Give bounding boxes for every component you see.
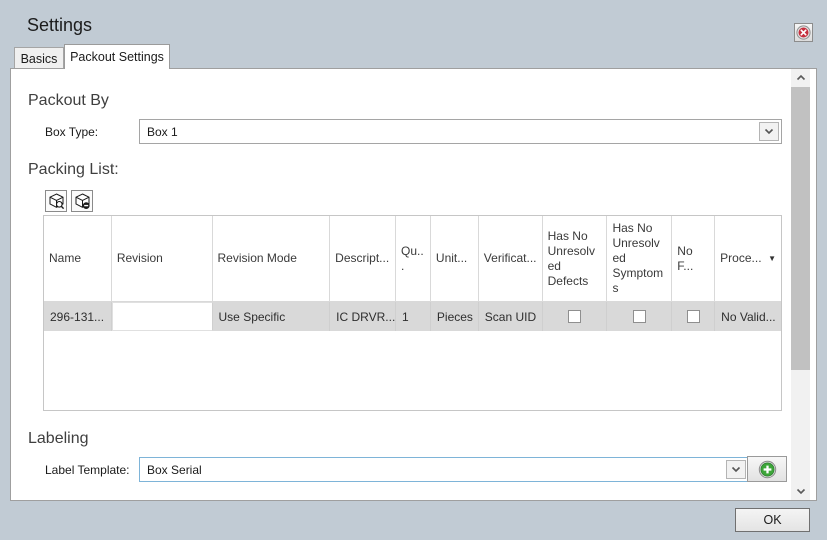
- ok-button[interactable]: OK: [735, 508, 810, 532]
- checkbox-no-fail[interactable]: [687, 310, 700, 323]
- cell-has-no-unresolved-symptoms: [607, 302, 672, 331]
- scrollbar-thumb[interactable]: [791, 87, 810, 370]
- column-header-verification[interactable]: Verificat...: [479, 216, 543, 301]
- close-button[interactable]: [794, 23, 813, 42]
- remove-box-icon: [74, 193, 91, 210]
- table-header-row: Name Revision Revision Mode Descript... …: [44, 216, 781, 302]
- scroll-up-button[interactable]: [791, 69, 810, 86]
- find-box-button[interactable]: [45, 190, 67, 212]
- cell-revision-mode: Use Specific: [213, 302, 331, 331]
- label-template-label: Label Template:: [45, 463, 130, 477]
- label-template-value: Box Serial: [147, 463, 202, 477]
- cell-revision[interactable]: [112, 302, 213, 331]
- cell-has-no-unresolved-defects: [543, 302, 608, 331]
- column-header-quantity[interactable]: Qu...: [396, 216, 431, 301]
- column-header-has-no-unresolved-defects[interactable]: Has No Unresolved Defects: [543, 216, 608, 301]
- column-header-process[interactable]: Proce... ▼: [715, 216, 781, 301]
- column-header-revision-mode[interactable]: Revision Mode: [213, 216, 331, 301]
- cell-description: IC DRVR...: [330, 302, 396, 331]
- packing-list-heading: Packing List:: [28, 161, 119, 179]
- label-template-dropdown-button[interactable]: [726, 460, 746, 479]
- packout-settings-panel: Packout By Box Type: Box 1 Packing List:: [10, 68, 817, 501]
- add-icon: [758, 460, 777, 479]
- checkbox-has-no-unresolved-defects[interactable]: [568, 310, 581, 323]
- scroll-down-button[interactable]: [791, 483, 810, 500]
- cell-units: Pieces: [431, 302, 479, 331]
- cell-no-fail: [672, 302, 715, 331]
- box-type-value: Box 1: [147, 125, 178, 139]
- column-header-process-label: Proce...: [720, 251, 761, 266]
- chevron-down-icon: [764, 128, 774, 135]
- tab-packout-settings[interactable]: Packout Settings: [64, 44, 170, 69]
- column-header-units[interactable]: Unit...: [431, 216, 479, 301]
- tab-basics[interactable]: Basics: [14, 47, 64, 69]
- box-type-label: Box Type:: [45, 125, 98, 139]
- remove-box-button[interactable]: [71, 190, 93, 212]
- cell-process: No Valid...: [715, 302, 781, 331]
- sort-down-icon: ▼: [768, 254, 776, 264]
- column-header-has-no-unresolved-symptoms[interactable]: Has No Unresolved Symptoms: [607, 216, 672, 301]
- packing-list-table: Name Revision Revision Mode Descript... …: [43, 215, 782, 411]
- cell-quantity: 1: [396, 302, 431, 331]
- box-type-dropdown-button[interactable]: [759, 122, 779, 141]
- page-title: Settings: [27, 15, 92, 36]
- column-header-revision[interactable]: Revision: [112, 216, 213, 301]
- packout-by-heading: Packout By: [28, 92, 109, 110]
- chevron-down-icon: [796, 488, 806, 495]
- labeling-heading: Labeling: [28, 430, 89, 448]
- chevron-up-icon: [796, 74, 806, 81]
- column-header-description[interactable]: Descript...: [330, 216, 396, 301]
- column-header-no-fail[interactable]: No F...: [672, 216, 715, 301]
- cell-name: 296-131...: [44, 302, 112, 331]
- packing-list-toolbar: [45, 190, 93, 212]
- add-label-template-button[interactable]: [747, 456, 787, 482]
- chevron-down-icon: [731, 466, 741, 473]
- close-icon: [796, 25, 811, 40]
- box-type-select[interactable]: Box 1: [139, 119, 782, 144]
- vertical-scrollbar[interactable]: [791, 69, 810, 500]
- find-box-icon: [48, 193, 65, 210]
- label-template-select[interactable]: Box Serial: [139, 457, 749, 482]
- table-row[interactable]: 296-131... Use Specific IC DRVR... 1 Pie…: [44, 302, 781, 331]
- cell-verification: Scan UID: [479, 302, 543, 331]
- column-header-name[interactable]: Name: [44, 216, 112, 301]
- checkbox-has-no-unresolved-symptoms[interactable]: [633, 310, 646, 323]
